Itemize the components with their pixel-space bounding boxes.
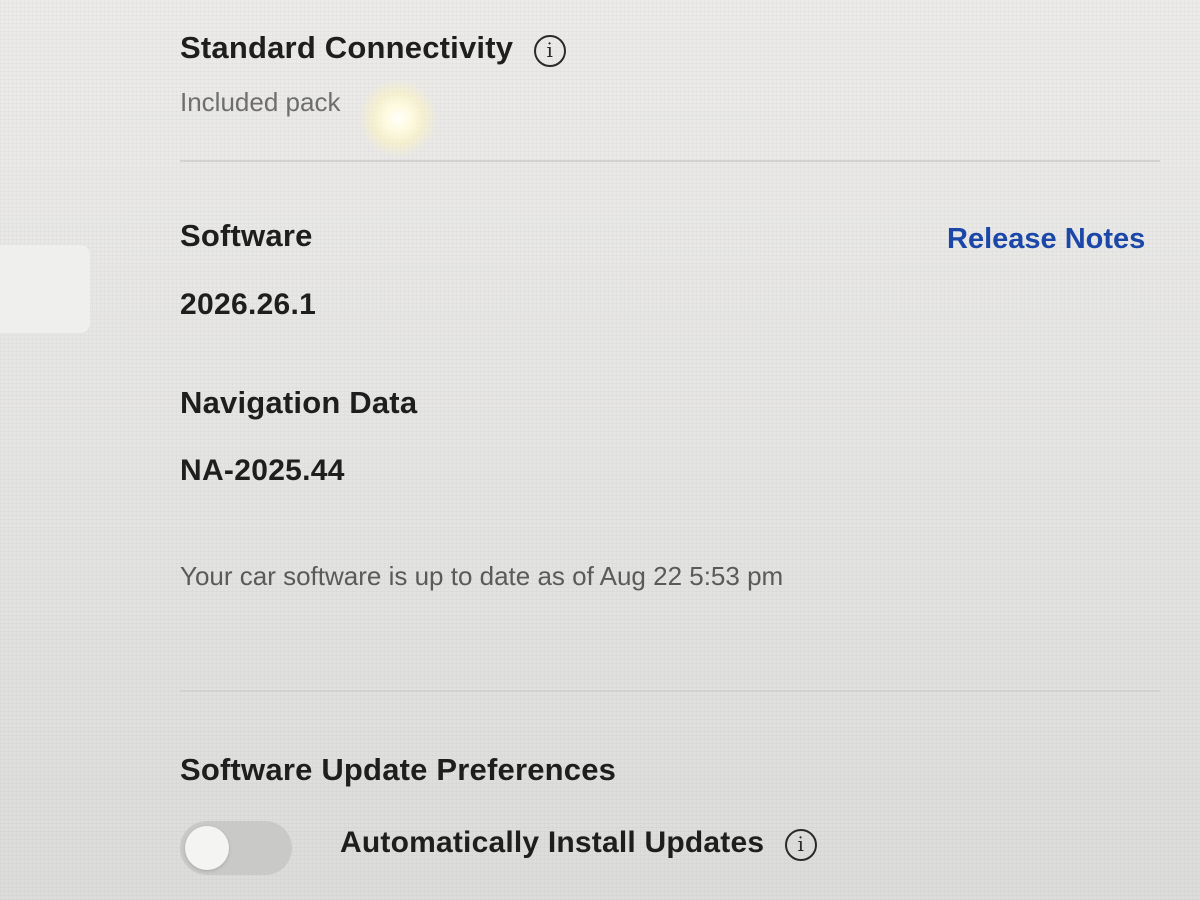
software-status-message: Your car software is up to date as of Au… [180, 561, 784, 591]
side-panel-tab[interactable] [0, 245, 90, 333]
auto-install-label: Automatically Install Updates [340, 826, 765, 859]
info-icon[interactable]: i [784, 828, 817, 861]
divider [180, 690, 1160, 692]
info-icon[interactable]: i [533, 34, 566, 67]
connectivity-header: Standard Connectivity i [180, 30, 566, 67]
software-title: Software [180, 218, 313, 253]
auto-install-row: Automatically Install Updates i [340, 826, 817, 861]
navigation-data-title: Navigation Data [180, 385, 418, 420]
navigation-data-version: NA-2025.44 [180, 454, 345, 487]
screen-glare [358, 78, 438, 158]
release-notes-link[interactable]: Release Notes [947, 223, 1145, 256]
software-version: 2026.26.1 [180, 288, 317, 321]
toggle-knob [185, 826, 229, 870]
auto-install-toggle[interactable] [180, 821, 292, 875]
divider [180, 160, 1160, 162]
software-panel: Standard Connectivity i Included pack So… [180, 0, 1160, 900]
update-preferences-title: Software Update Preferences [180, 752, 617, 787]
connectivity-subtitle: Included pack [180, 87, 341, 117]
connectivity-title: Standard Connectivity [180, 30, 514, 65]
